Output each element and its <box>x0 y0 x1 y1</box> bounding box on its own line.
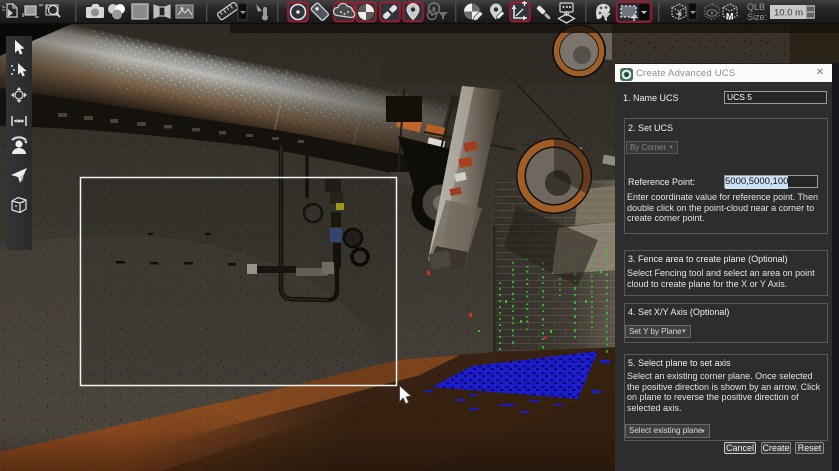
svg-text:10.0 m: 10.0 m <box>774 8 803 19</box>
svg-text:M: M <box>726 12 734 22</box>
svg-text:QLB: QLB <box>747 2 765 12</box>
svg-text:Size:: Size: <box>747 12 767 22</box>
